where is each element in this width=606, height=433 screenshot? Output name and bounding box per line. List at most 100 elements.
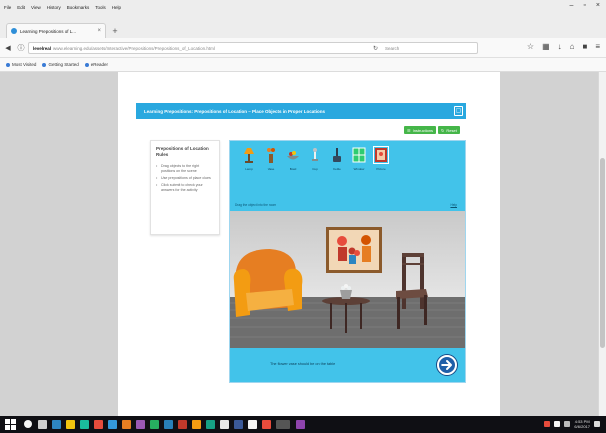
app-icon-red-2[interactable] bbox=[262, 420, 271, 429]
fullscreen-icon[interactable]: ▢ bbox=[454, 106, 463, 116]
lamp-icon bbox=[244, 148, 254, 163]
instructions-button-label: Instructions bbox=[412, 127, 434, 133]
tray-item-label: Kettle bbox=[333, 167, 341, 171]
bookmark-label: Most Visited bbox=[12, 62, 37, 67]
file-explorer-icon[interactable] bbox=[66, 420, 75, 429]
clock[interactable]: 4:53 PM 6/6/2017 bbox=[574, 419, 590, 429]
bookmark-star-icon[interactable]: ☆ bbox=[527, 42, 534, 51]
lesson-title: Learning Prepositions: Prepositions of L… bbox=[144, 108, 326, 114]
url-host: levelreal bbox=[33, 45, 52, 51]
arrow-right-icon bbox=[441, 360, 452, 370]
app-icon-active[interactable] bbox=[276, 420, 290, 429]
firefox-icon[interactable] bbox=[122, 420, 131, 429]
family-picture[interactable] bbox=[326, 227, 382, 273]
lesson-header: Learning Prepositions: Prepositions of L… bbox=[136, 103, 466, 119]
system-tray: 4:53 PM 6/6/2017 bbox=[544, 419, 600, 429]
tray-item-label: Cup bbox=[312, 167, 318, 171]
instructions-button[interactable]: ☰ Instructions bbox=[404, 126, 437, 134]
store-icon[interactable] bbox=[80, 420, 89, 429]
download-icon[interactable]: ↓ bbox=[558, 42, 562, 51]
cup-icon bbox=[312, 148, 318, 161]
page-left-gutter bbox=[0, 72, 118, 416]
edge-icon[interactable] bbox=[52, 420, 61, 429]
app-icon-teal[interactable] bbox=[206, 420, 215, 429]
search-field[interactable]: Search bbox=[385, 46, 399, 51]
back-icon[interactable]: ◀ bbox=[3, 44, 13, 52]
app-icon-darkred[interactable] bbox=[178, 420, 187, 429]
address-bar[interactable]: levelreal www.elearning.edu/assets/Inter… bbox=[28, 42, 478, 54]
menu-help[interactable]: Help bbox=[112, 5, 121, 10]
info-icon[interactable]: ⓘ bbox=[16, 43, 26, 53]
window-controls: – ▫ × bbox=[570, 2, 600, 9]
help-link[interactable]: Help bbox=[450, 203, 457, 207]
tab-strip: Learning Prepositions of L... × + bbox=[0, 14, 606, 38]
minimize-button[interactable]: – bbox=[570, 2, 574, 9]
tab-title: Learning Prepositions of L... bbox=[20, 28, 77, 34]
instructions-panel: Prepositions of Location Rules Drag obje… bbox=[150, 140, 220, 235]
app-icon-green[interactable] bbox=[150, 420, 159, 429]
vase-icon bbox=[267, 148, 275, 163]
tray-item-window[interactable]: Window bbox=[348, 147, 370, 171]
instructions-title: Prepositions of Location Rules bbox=[156, 146, 209, 157]
bookmark-ereader[interactable]: eReader bbox=[84, 62, 108, 67]
taskbar: 4:53 PM 6/6/2017 bbox=[0, 416, 606, 433]
tray-item-label: Bowl bbox=[289, 167, 297, 171]
tray-item-picture[interactable]: Picture bbox=[370, 146, 392, 171]
navigation-bar: ◀ ⓘ levelreal www.elearning.edu/assets/I… bbox=[0, 38, 606, 58]
tray-item-cup[interactable]: Cup bbox=[304, 147, 326, 171]
new-tab-button[interactable]: + bbox=[110, 26, 120, 36]
home-icon[interactable]: ⌂ bbox=[570, 42, 575, 51]
app-icon-navy[interactable] bbox=[234, 420, 243, 429]
search-icon[interactable] bbox=[24, 420, 32, 428]
notification-icon[interactable] bbox=[544, 421, 551, 427]
bookmark-most-visited[interactable]: Most Visited bbox=[6, 62, 36, 67]
tray-item-bowl[interactable]: Bowl bbox=[282, 147, 304, 171]
scrollbar-thumb[interactable] bbox=[600, 158, 605, 348]
tab-active[interactable]: Learning Prepositions of L... × bbox=[6, 23, 106, 38]
feedback-text: The flower vase should be on the table bbox=[270, 362, 336, 366]
extension-icon[interactable]: ■ bbox=[582, 42, 587, 51]
window-icon bbox=[352, 147, 366, 163]
page-scrollbar[interactable] bbox=[598, 72, 606, 416]
menu-tools[interactable]: Tools bbox=[95, 5, 106, 10]
app-icon-violet[interactable] bbox=[296, 420, 305, 429]
tray-item-kettle[interactable]: Kettle bbox=[326, 147, 348, 171]
room-scene bbox=[230, 211, 465, 348]
app-icon-red[interactable] bbox=[94, 420, 103, 429]
windows-start-icon[interactable] bbox=[5, 419, 16, 430]
library-icon[interactable]: ▦ bbox=[542, 42, 550, 51]
tray-item-vase[interactable]: Vase bbox=[260, 147, 282, 171]
clock-date: 6/6/2017 bbox=[574, 424, 590, 429]
menu-icon[interactable]: ≡ bbox=[595, 42, 600, 51]
next-button[interactable] bbox=[437, 355, 457, 375]
maximize-button[interactable]: ▫ bbox=[583, 2, 585, 9]
menu-history[interactable]: History bbox=[47, 5, 61, 10]
bookmark-getting-started[interactable]: Getting Started bbox=[42, 62, 79, 67]
network-icon[interactable] bbox=[554, 421, 561, 427]
tab-close-icon[interactable]: × bbox=[97, 28, 101, 34]
tray-item-lamp[interactable]: Lamp bbox=[238, 147, 260, 171]
action-center-icon[interactable] bbox=[594, 421, 600, 427]
instruction-item: Click submit to check your answers for t… bbox=[156, 183, 214, 193]
instruction-item: Drag objects to the right positions on t… bbox=[156, 164, 214, 174]
menu-file[interactable]: File bbox=[4, 5, 11, 10]
bookmark-icon bbox=[42, 62, 47, 67]
app-icon-light[interactable] bbox=[248, 420, 257, 429]
app-icon-purple[interactable] bbox=[136, 420, 145, 429]
app-icon-blue[interactable] bbox=[108, 420, 117, 429]
reset-button[interactable]: ↻ Reset bbox=[438, 126, 460, 134]
task-view-icon[interactable] bbox=[38, 420, 47, 429]
menu-edit[interactable]: Edit bbox=[17, 5, 25, 10]
app-icon-orange[interactable] bbox=[192, 420, 201, 429]
reload-icon[interactable]: ↻ bbox=[373, 45, 378, 52]
kettle-icon bbox=[333, 148, 341, 162]
volume-icon[interactable] bbox=[564, 421, 571, 427]
close-window-button[interactable]: × bbox=[596, 2, 600, 9]
armchair[interactable] bbox=[233, 249, 303, 317]
word-icon[interactable] bbox=[164, 420, 173, 429]
tray-item-label: Picture bbox=[376, 167, 386, 171]
menu-bookmarks[interactable]: Bookmarks bbox=[67, 5, 90, 10]
app-icon-white[interactable] bbox=[220, 420, 229, 429]
menu-view[interactable]: View bbox=[31, 5, 41, 10]
bowl-icon bbox=[287, 151, 299, 160]
